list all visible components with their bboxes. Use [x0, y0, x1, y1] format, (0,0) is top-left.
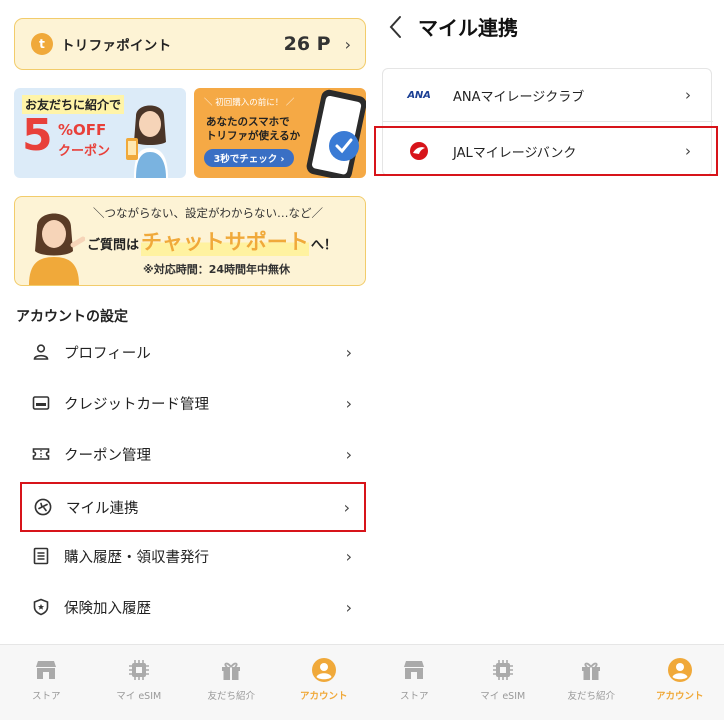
chevron-right-icon: › — [345, 342, 352, 362]
account-settings-heading: アカウントの設定 — [16, 309, 128, 325]
person-icon — [32, 343, 50, 361]
chevron-right-icon: › — [345, 444, 352, 464]
back-arrow-icon[interactable] — [386, 13, 406, 41]
tab-label: マイ eSIM — [116, 691, 162, 702]
tab-label: アカウント — [655, 691, 704, 702]
invite-banner-off: %OFF — [58, 121, 107, 139]
page-title: マイル連携 — [418, 16, 518, 40]
chevron-right-icon: › — [343, 497, 350, 517]
chevron-right-icon: › — [345, 393, 352, 413]
points-value: 26 P — [283, 33, 331, 55]
chevron-right-icon: › — [344, 34, 351, 54]
tab-store[interactable]: ストア — [0, 645, 93, 720]
chip-icon — [492, 660, 513, 680]
tab-label: アカウント — [299, 691, 348, 702]
tab-my-esim[interactable]: マイ eSIM — [459, 645, 548, 720]
tab-label: 友だち紹介 — [567, 691, 615, 702]
menu-item-label: マイル連携 — [66, 500, 139, 517]
invite-banner-coupon: クーポン — [58, 144, 111, 159]
tab-invite-friends[interactable]: 友だち紹介 — [185, 645, 278, 720]
mile-program-ana[interactable]: ANA ANAマイレージクラブ › — [383, 69, 713, 121]
tab-label: ストア — [399, 691, 429, 702]
gift-icon — [222, 662, 241, 680]
device-check-button[interactable]: 3秒でチェック › — [204, 149, 294, 167]
chip-icon — [128, 660, 149, 680]
tab-my-esim[interactable]: マイ eSIM — [93, 645, 186, 720]
bottom-tab-bar: ストア マイ eSIM 友だち紹介 アカウント — [0, 644, 370, 720]
ana-logo: ANA — [407, 89, 431, 101]
menu-item-label: 購入履歴・領収書発行 — [64, 549, 209, 566]
menu-item-purchase-history[interactable]: 購入履歴・領収書発行 › — [20, 532, 366, 580]
credit-card-icon — [32, 394, 50, 412]
account-icon — [311, 658, 336, 682]
tab-label: 友だち紹介 — [207, 691, 255, 702]
menu-item-profile[interactable]: プロフィール › — [20, 328, 366, 376]
chat-support-banner[interactable]: ＼つながらない、設定がわからない…など／ ご質問は チャットサポート へ！ ※対… — [14, 196, 366, 286]
chat-banner-prefix: ご質問は — [87, 238, 140, 253]
phone-check-illustration — [306, 89, 366, 178]
chat-banner-hours: ※対応時間：24時間年中無休 — [143, 263, 291, 276]
invite-friend-banner[interactable]: お友だちに紹介で 5 %OFF クーポン — [14, 88, 186, 178]
menu-item-label: クレジットカード管理 — [64, 396, 209, 413]
tab-store[interactable]: ストア — [370, 645, 459, 720]
page-header: マイル連携 — [370, 0, 724, 56]
points-badge-icon: t — [31, 33, 53, 55]
menu-item-label: 保険加入履歴 — [64, 600, 151, 617]
account-screen: t トリファポイント 26 P › お友だちに紹介で 5 %OFF クーポン ＼… — [0, 0, 370, 720]
points-label: トリファポイント — [61, 38, 172, 54]
chevron-right-icon: › — [685, 86, 691, 104]
device-check-banner[interactable]: ＼ 初回購入の前に！ ／ あなたのスマホで トリファが使えるか 3秒でチェック … — [194, 88, 366, 178]
ticket-icon — [32, 445, 50, 463]
invite-banner-discount: 5 — [22, 110, 53, 161]
shield-icon — [32, 598, 50, 616]
menu-item-label: クーポン管理 — [64, 447, 151, 464]
menu-item-coupons[interactable]: クーポン管理 › — [20, 430, 366, 478]
woman-with-phone-illustration — [126, 105, 168, 178]
chat-banner-tagline: ＼つながらない、設定がわからない…など／ — [93, 206, 323, 220]
mile-linking-screen: マイル連携 ANA ANAマイレージクラブ › JALマイレージバンク › スト… — [370, 0, 724, 720]
gift-icon — [582, 662, 601, 680]
support-woman-illustration — [29, 213, 85, 285]
points-card[interactable]: t トリファポイント 26 P › — [14, 18, 366, 70]
tab-label: ストア — [31, 691, 61, 702]
menu-item-label: プロフィール — [64, 345, 151, 362]
receipt-icon — [32, 547, 50, 565]
airplane-icon — [34, 498, 52, 516]
menu-item-mile-linking[interactable]: マイル連携 › — [20, 482, 366, 532]
mile-program-label: ANAマイレージクラブ — [453, 89, 585, 105]
jal-highlight-box — [374, 126, 718, 176]
account-icon — [667, 658, 692, 682]
menu-item-insurance-history[interactable]: 保険加入履歴 › — [20, 583, 366, 631]
chevron-right-icon: › — [345, 597, 352, 617]
tab-account[interactable]: アカウント — [278, 645, 371, 720]
chat-banner-suffix: へ！ — [310, 238, 337, 253]
device-check-line2: トリファが使えるか — [206, 130, 301, 142]
tab-label: マイ eSIM — [480, 691, 526, 702]
device-check-line1: あなたのスマホで — [206, 116, 290, 128]
store-icon — [404, 661, 425, 679]
chat-banner-highlight: チャットサポート — [141, 226, 309, 256]
chevron-right-icon: › — [345, 546, 352, 566]
chat-banner-headline: ご質問は チャットサポート へ！ — [87, 226, 337, 256]
device-check-note: ＼ 初回購入の前に！ ／ — [204, 98, 295, 108]
menu-item-credit-card[interactable]: クレジットカード管理 › — [20, 379, 366, 427]
tab-invite-friends[interactable]: 友だち紹介 — [547, 645, 636, 720]
store-icon — [36, 661, 57, 679]
bottom-tab-bar: ストア マイ eSIM 友だち紹介 アカウント — [370, 644, 724, 720]
divider — [383, 121, 713, 122]
tab-account[interactable]: アカウント — [636, 645, 724, 720]
